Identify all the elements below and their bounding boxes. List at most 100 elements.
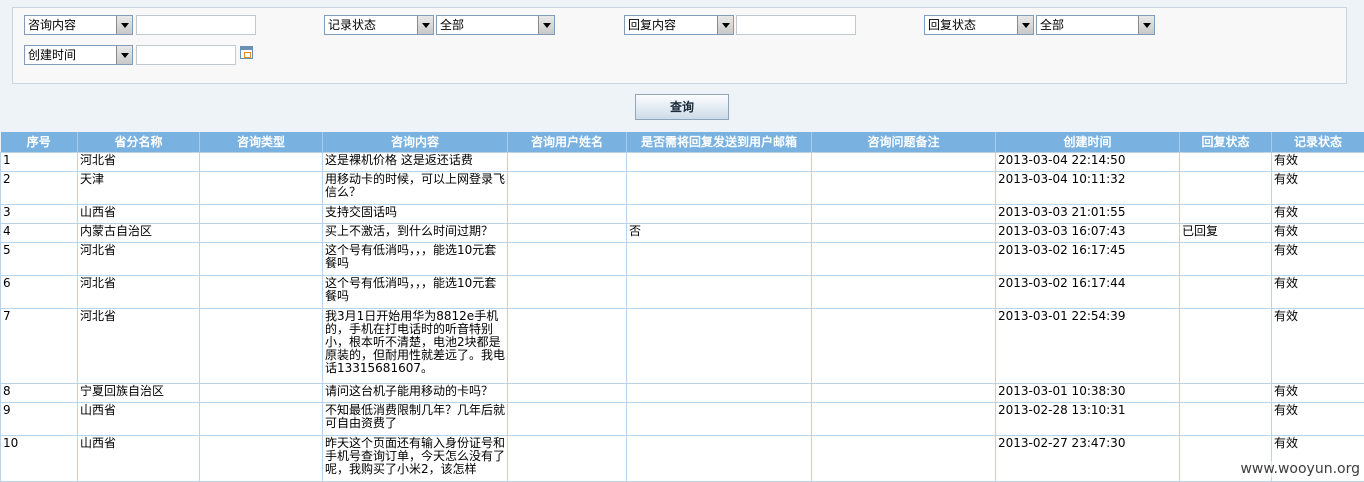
cell-send-email (627, 171, 812, 204)
cell-record-status: 有效 (1272, 402, 1364, 435)
cell-province: 山西省 (78, 435, 200, 481)
cell-send-email (627, 204, 812, 223)
cell-note (812, 223, 996, 242)
reply-content-input[interactable] (736, 15, 856, 35)
cell-province: 山西省 (78, 204, 200, 223)
cell-reply-status (1180, 383, 1272, 402)
cell-record-status: 有效 (1272, 308, 1364, 383)
cell-type (200, 383, 323, 402)
record-status-select[interactable]: 记录状态 (324, 15, 434, 35)
results-table: 序号 省分名称 咨询类型 咨询内容 咨询用户姓名 是否需将回复发送到用户邮箱 咨… (0, 132, 1364, 482)
cell-user-name-redacted (508, 204, 627, 223)
col-header-no[interactable]: 序号 (1, 132, 78, 152)
table-row: 5河北省这个号有低消吗，，，能选10元套餐吗2013-03-02 16:17:4… (1, 242, 1364, 275)
cell-created: 2013-03-01 22:54:39 (996, 308, 1180, 383)
cell-user-name-redacted (508, 402, 627, 435)
col-header-reply-status[interactable]: 回复状态 (1180, 132, 1272, 152)
cell-content: 这是裸机价格 这是返还话费 (323, 152, 508, 171)
cell-no: 4 (1, 223, 78, 242)
cell-type (200, 223, 323, 242)
cell-note (812, 171, 996, 204)
cell-content: 买上不激活，到什么时间过期？ (323, 223, 508, 242)
consult-content-input[interactable] (136, 15, 256, 35)
cell-created: 2013-03-01 10:38:30 (996, 383, 1180, 402)
cell-user-name-redacted (508, 171, 627, 204)
record-status-select-label: 记录状态 (328, 18, 376, 32)
reply-content-select-label: 回复内容 (628, 18, 676, 32)
cell-type (200, 308, 323, 383)
cell-user-name-redacted (508, 383, 627, 402)
cell-reply-status (1180, 275, 1272, 308)
cell-reply-status (1180, 152, 1272, 171)
cell-reply-status (1180, 204, 1272, 223)
reply-status-value-select[interactable]: 全部 (1036, 15, 1155, 35)
cell-user-name-redacted (508, 152, 627, 171)
col-header-province[interactable]: 省分名称 (78, 132, 200, 152)
reply-content-select[interactable]: 回复内容 (624, 15, 734, 35)
cell-created: 2013-02-28 13:10:31 (996, 402, 1180, 435)
cell-reply-status: 已回复 (1180, 223, 1272, 242)
cell-record-status: 有效 (1272, 171, 1364, 204)
cell-created: 2013-03-03 16:07:43 (996, 223, 1180, 242)
create-time-input[interactable] (136, 45, 236, 65)
cell-send-email (627, 435, 812, 481)
cell-type (200, 204, 323, 223)
calendar-icon[interactable] (240, 46, 253, 59)
cell-type (200, 171, 323, 204)
consult-content-select-label: 咨询内容 (28, 18, 76, 32)
cell-send-email (627, 402, 812, 435)
cell-no: 10 (1, 435, 78, 481)
cell-user-name-redacted (508, 308, 627, 383)
cell-province: 天津 (78, 171, 200, 204)
table-row: 6河北省这个号有低消吗，，，能选10元套餐吗2013-03-02 16:17:4… (1, 275, 1364, 308)
cell-content: 这个号有低消吗，，，能选10元套餐吗 (323, 242, 508, 275)
record-status-value-select[interactable]: 全部 (436, 15, 555, 35)
cell-note (812, 204, 996, 223)
cell-province: 河北省 (78, 152, 200, 171)
consult-content-select[interactable]: 咨询内容 (24, 15, 133, 35)
cell-content: 支持交固话吗 (323, 204, 508, 223)
cell-reply-status (1180, 308, 1272, 383)
watermark: www.wooyun.org (1238, 461, 1362, 477)
table-row: 10山西省昨天这个页面还有输入身份证号和手机号查询订单，今天怎么没有了呢，我购买… (1, 435, 1364, 481)
create-time-select-label: 创建时间 (28, 48, 76, 62)
cell-reply-status (1180, 171, 1272, 204)
cell-province: 内蒙古自治区 (78, 223, 200, 242)
cell-type (200, 435, 323, 481)
col-header-user-name[interactable]: 咨询用户姓名 (508, 132, 627, 152)
cell-no: 2 (1, 171, 78, 204)
reply-status-select[interactable]: 回复状态 (924, 15, 1034, 35)
cell-user-name-redacted (508, 435, 627, 481)
col-header-type[interactable]: 咨询类型 (200, 132, 323, 152)
table-header-row: 序号 省分名称 咨询类型 咨询内容 咨询用户姓名 是否需将回复发送到用户邮箱 咨… (1, 132, 1364, 152)
col-header-record-status[interactable]: 记录状态 (1272, 132, 1364, 152)
cell-record-status: 有效 (1272, 204, 1364, 223)
chevron-down-icon (417, 16, 433, 34)
cell-no: 9 (1, 402, 78, 435)
col-header-note[interactable]: 咨询问题备注 (812, 132, 996, 152)
col-header-created[interactable]: 创建时间 (996, 132, 1180, 152)
cell-reply-status (1180, 402, 1272, 435)
cell-send-email (627, 383, 812, 402)
col-header-send-email[interactable]: 是否需将回复发送到用户邮箱 (627, 132, 812, 152)
cell-no: 7 (1, 308, 78, 383)
table-row: 3山西省支持交固话吗2013-03-03 21:01:55有效 (1, 204, 1364, 223)
cell-created: 2013-03-03 21:01:55 (996, 204, 1180, 223)
query-button[interactable]: 查询 (635, 94, 729, 120)
cell-note (812, 402, 996, 435)
cell-record-status: 有效 (1272, 242, 1364, 275)
table-row: 2天津用移动卡的时候，可以上网登录飞信么？2013-03-04 10:11:32… (1, 171, 1364, 204)
cell-note (812, 242, 996, 275)
cell-content: 用移动卡的时候，可以上网登录飞信么？ (323, 171, 508, 204)
table-row: 9山西省不知最低消费限制几年？几年后就可自由资费了2013-02-28 13:1… (1, 402, 1364, 435)
col-header-content[interactable]: 咨询内容 (323, 132, 508, 152)
cell-note (812, 152, 996, 171)
table-row: 8宁夏回族自治区请问这台机子能用移动的卡吗？2013-03-01 10:38:3… (1, 383, 1364, 402)
cell-province: 河北省 (78, 242, 200, 275)
cell-user-name-redacted (508, 242, 627, 275)
create-time-select[interactable]: 创建时间 (24, 45, 133, 65)
cell-content: 我3月1日开始用华为8812e手机的，手机在打电话时的听音特别小，根本听不清楚，… (323, 308, 508, 383)
cell-created: 2013-03-02 16:17:45 (996, 242, 1180, 275)
cell-note (812, 308, 996, 383)
chevron-down-icon (116, 46, 132, 64)
